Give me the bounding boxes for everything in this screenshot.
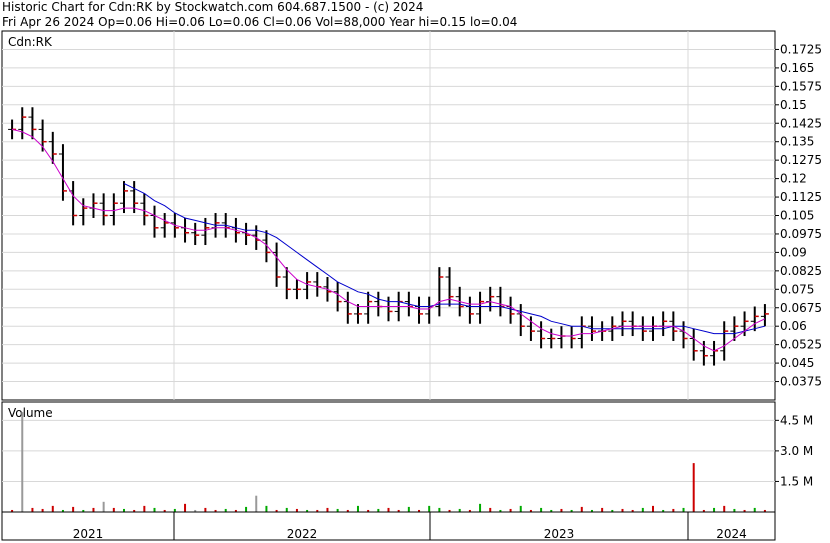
year-axis xyxy=(1,511,776,541)
price-tick-label: 0.0975 xyxy=(780,227,822,241)
volume-tick-label: 4.5 M xyxy=(780,413,813,427)
price-tick-label: 0.1425 xyxy=(780,116,822,130)
price-panel-title: Cdn:RK xyxy=(8,35,53,49)
price-tick-label: 0.165 xyxy=(780,61,814,75)
price-tick-label: 0.1125 xyxy=(780,190,822,204)
price-tick-label: 0.09 xyxy=(780,245,807,259)
price-tick-label: 0.15 xyxy=(780,98,807,112)
year-label: 2022 xyxy=(287,527,318,541)
price-tick-label: 0.06 xyxy=(780,319,807,333)
price-tick-label: 0.075 xyxy=(780,282,814,296)
price-tick-label: 0.0675 xyxy=(780,301,822,315)
year-label: 2021 xyxy=(73,527,104,541)
price-tick-label: 0.0825 xyxy=(780,264,822,278)
stock-chart: 0.1725 0.165 0.1575 0.15 0.1425 0.135 0.1275 0.… xyxy=(1,30,822,541)
price-tick-label: 0.045 xyxy=(780,356,814,370)
year-label: 2023 xyxy=(544,527,575,541)
price-tick-label: 0.0525 xyxy=(780,338,822,352)
price-tick-label: 0.105 xyxy=(780,209,814,223)
price-tick-label: 0.135 xyxy=(780,135,814,149)
price-tick-label: 0.12 xyxy=(780,172,807,186)
volume-tick-label: 1.5 M xyxy=(780,474,813,488)
price-tick-label: 0.1575 xyxy=(780,79,822,93)
year-label: 2024 xyxy=(716,527,747,541)
price-tick-label: 0.0375 xyxy=(780,375,822,389)
price-tick-label: 0.1275 xyxy=(780,153,822,167)
volume-panel-title: Volume xyxy=(8,406,53,420)
price-tick-label: 0.1725 xyxy=(780,42,822,56)
volume-panel xyxy=(1,401,776,513)
volume-tick-label: 3.0 M xyxy=(780,444,813,458)
